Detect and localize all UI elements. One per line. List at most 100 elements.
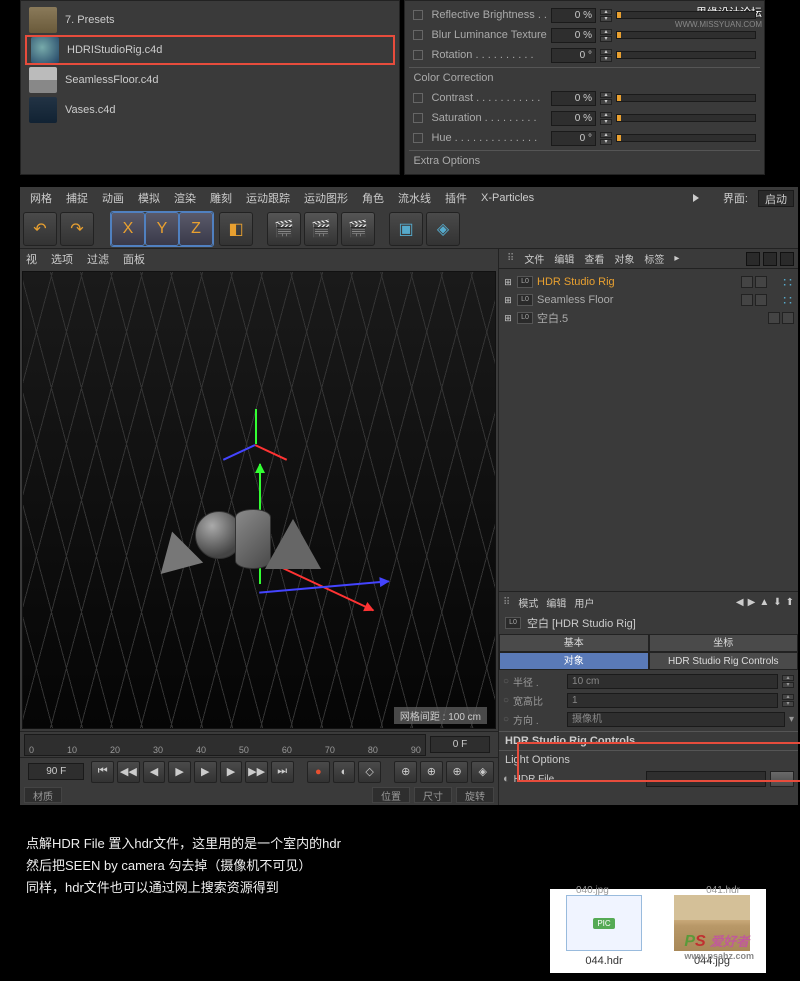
next-frame-button[interactable]: ▶: [220, 761, 243, 783]
object-null[interactable]: ⊞ L0 空白.5: [503, 309, 794, 327]
menu-item[interactable]: 角色: [356, 190, 390, 206]
dropdown-icon[interactable]: ▾: [789, 714, 794, 725]
menu-item[interactable]: 网格: [24, 190, 58, 206]
radius-field[interactable]: 10 cm: [567, 674, 778, 689]
key-param-button[interactable]: ◈: [471, 761, 494, 783]
attr-menu[interactable]: 用户: [574, 595, 594, 610]
om-menu[interactable]: 标签: [640, 251, 668, 266]
vis-tag[interactable]: [755, 294, 767, 306]
vis-tag[interactable]: [768, 312, 780, 324]
hdr-file-field[interactable]: [646, 771, 766, 787]
value-field[interactable]: 0 %: [551, 91, 596, 106]
vp-tab[interactable]: 选项: [51, 251, 73, 267]
next-key-button[interactable]: ▶▶: [245, 761, 268, 783]
render-settings-button[interactable]: 🎬: [304, 212, 338, 246]
file-item-floor[interactable]: SeamlessFloor.c4d: [25, 65, 395, 95]
value-field[interactable]: 0 °: [551, 48, 596, 63]
shape-cone[interactable]: [265, 519, 321, 569]
checkbox-icon[interactable]: [413, 133, 423, 143]
om-menu-more[interactable]: ▸: [670, 253, 683, 264]
checkbox-icon[interactable]: [413, 113, 423, 123]
render-queue-button[interactable]: 🎬: [341, 212, 375, 246]
slider[interactable]: [616, 31, 756, 39]
status-tab[interactable]: 材质: [24, 787, 62, 803]
vis-tag[interactable]: [741, 276, 753, 288]
nav-back-icon[interactable]: ◀: [736, 597, 744, 608]
attr-menu[interactable]: 模式: [518, 595, 538, 610]
status-tab[interactable]: 旋转: [456, 787, 494, 803]
browse-button[interactable]: ...: [770, 771, 794, 787]
autokey-button[interactable]: ◐: [333, 761, 356, 783]
3d-viewport[interactable]: 网格间距 : 100 cm: [22, 271, 496, 729]
undo-button[interactable]: ↶: [23, 212, 57, 246]
menu-item[interactable]: 模拟: [132, 190, 166, 206]
key-rot-button[interactable]: ⊕: [446, 761, 469, 783]
record-button[interactable]: ●: [307, 761, 330, 783]
object-hdr-rig[interactable]: ⊞ L0 HDR Studio Rig ∷: [503, 273, 794, 291]
search-icon[interactable]: [746, 252, 760, 266]
value-field[interactable]: 0 %: [551, 28, 596, 43]
spinner[interactable]: ▴▾: [600, 132, 612, 145]
nav-up-icon[interactable]: ▲: [759, 597, 769, 608]
shape-pyramid[interactable]: [151, 526, 203, 574]
key-scale-button[interactable]: ⊕: [420, 761, 443, 783]
key-pos-button[interactable]: ⊕: [394, 761, 417, 783]
visibility-dots[interactable]: ∷: [783, 274, 794, 291]
spinner[interactable]: ▴▾: [600, 49, 612, 62]
menu-item[interactable]: 捕捉: [60, 190, 94, 206]
render-view-button[interactable]: 🎬: [267, 212, 301, 246]
filter-icon[interactable]: [780, 252, 794, 266]
expand-icon[interactable]: ⊞: [503, 277, 513, 288]
vis-tag[interactable]: [741, 294, 753, 306]
visibility-dots[interactable]: ∷: [783, 292, 794, 309]
vis-tag[interactable]: [782, 312, 794, 324]
lock-icon[interactable]: ⬇: [773, 597, 781, 608]
vis-tag[interactable]: [755, 276, 767, 288]
checkbox-icon[interactable]: [413, 93, 423, 103]
file-item-presets[interactable]: 7. Presets: [25, 5, 395, 35]
current-frame[interactable]: 0 F: [430, 736, 490, 753]
spinner[interactable]: ▴▾: [600, 92, 612, 105]
slider[interactable]: [616, 51, 756, 59]
play-button[interactable]: ▶: [194, 761, 217, 783]
nav-fwd-icon[interactable]: ▶: [748, 597, 756, 608]
end-frame[interactable]: 90 F: [28, 763, 84, 780]
key-options-button[interactable]: ◇: [358, 761, 381, 783]
tab-controls[interactable]: HDR Studio Rig Controls: [649, 652, 799, 670]
play-back-button[interactable]: ▶: [168, 761, 191, 783]
expand-icon[interactable]: ⊞: [503, 295, 513, 306]
status-tab[interactable]: 位置: [372, 787, 410, 803]
spline-button[interactable]: ◈: [426, 212, 460, 246]
file-item-hdri[interactable]: HDRIStudioRig.c4d: [25, 35, 395, 65]
new-icon[interactable]: ⬆: [786, 597, 794, 608]
axis-z-button[interactable]: Z: [179, 212, 213, 246]
aspect-field[interactable]: 1: [567, 693, 778, 708]
value-field[interactable]: 0 °: [551, 131, 596, 146]
menu-item[interactable]: 动画: [96, 190, 130, 206]
tab-object[interactable]: 对象: [499, 652, 649, 670]
home-icon[interactable]: [763, 252, 777, 266]
slider[interactable]: [616, 134, 756, 142]
menu-item[interactable]: 渲染: [168, 190, 202, 206]
goto-end-button[interactable]: ⏭: [271, 761, 294, 783]
goto-start-button[interactable]: ⏮: [91, 761, 114, 783]
spinner[interactable]: ▴▾: [600, 29, 612, 42]
preview-hdr[interactable]: PIC 044.hdr: [560, 895, 648, 967]
om-menu[interactable]: 文件: [520, 251, 548, 266]
value-field[interactable]: 0 %: [551, 111, 596, 126]
transform-gizmo[interactable]: [231, 409, 281, 459]
menu-item[interactable]: X-Particles: [475, 192, 540, 204]
om-menu[interactable]: 对象: [610, 251, 638, 266]
slider[interactable]: [616, 94, 756, 102]
axis-y-button[interactable]: Y: [145, 212, 179, 246]
tab-coord[interactable]: 坐标: [649, 634, 799, 652]
checkbox-icon[interactable]: [413, 10, 423, 20]
menu-item[interactable]: 插件: [439, 190, 473, 206]
file-item-vases[interactable]: Vases.c4d: [25, 95, 395, 125]
vp-tab[interactable]: 面板: [123, 251, 145, 267]
slider[interactable]: [616, 11, 756, 19]
slider[interactable]: [616, 114, 756, 122]
timeline-ruler[interactable]: 0 10 20 30 40 50 60 70 80 90: [24, 734, 426, 756]
prev-key-button[interactable]: ◀◀: [117, 761, 140, 783]
axis-x-button[interactable]: X: [111, 212, 145, 246]
